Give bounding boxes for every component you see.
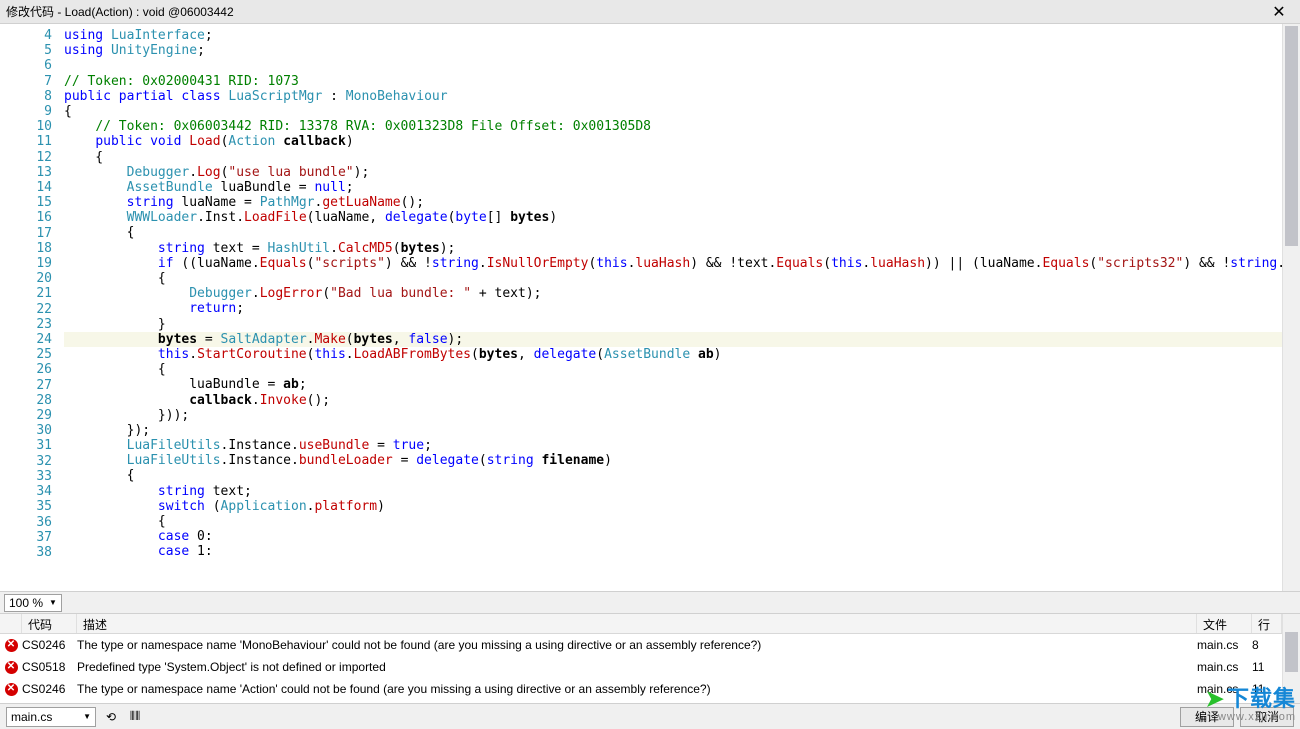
error-row[interactable]: ✕CS0246The type or namespace name 'MonoB… <box>0 634 1282 656</box>
col-line[interactable]: 行 <box>1252 614 1282 633</box>
error-list: 代码 描述 文件 行 ✕CS0246The type or namespace … <box>0 613 1300 703</box>
window-title: 修改代码 - Load(Action) : void @06003442 <box>6 3 1264 20</box>
code-editor[interactable]: 4567891011121314151617181920212223242526… <box>0 24 1300 591</box>
error-desc: Predefined type 'System.Object' is not d… <box>77 660 1197 674</box>
footer: main.cs ▼ ⟲ ⦀⦀ 编译 取消 <box>0 703 1300 729</box>
barcode-icon[interactable]: ⦀⦀ <box>126 709 144 724</box>
file-name: main.cs <box>11 710 52 724</box>
col-code[interactable]: 代码 <box>22 614 77 633</box>
error-line: 11 <box>1252 682 1282 696</box>
error-icon: ✕ <box>0 639 22 652</box>
titlebar: 修改代码 - Load(Action) : void @06003442 ✕ <box>0 0 1300 24</box>
compile-button[interactable]: 编译 <box>1180 707 1234 727</box>
error-line: 8 <box>1252 638 1282 652</box>
error-file: main.cs <box>1197 682 1252 696</box>
error-header: 代码 描述 文件 行 <box>0 614 1282 634</box>
col-desc[interactable]: 描述 <box>77 614 1197 633</box>
error-row[interactable]: ✕CS0246The type or namespace name 'Actio… <box>0 678 1282 700</box>
error-desc: The type or namespace name 'MonoBehaviou… <box>77 638 1197 652</box>
file-selector[interactable]: main.cs ▼ <box>6 707 96 727</box>
error-code: CS0518 <box>22 660 77 674</box>
col-file[interactable]: 文件 <box>1197 614 1252 633</box>
error-line: 11 <box>1252 660 1282 674</box>
scrollbar-thumb[interactable] <box>1285 632 1298 672</box>
refresh-icon[interactable]: ⟲ <box>102 710 120 724</box>
error-row[interactable]: ✕CS0518Predefined type 'System.Object' i… <box>0 656 1282 678</box>
line-gutter: 4567891011121314151617181920212223242526… <box>0 24 64 591</box>
error-file: main.cs <box>1197 660 1252 674</box>
zoom-bar: 100 % ▼ <box>0 591 1300 613</box>
error-icon: ✕ <box>0 661 22 674</box>
error-code: CS0246 <box>22 638 77 652</box>
zoom-selector[interactable]: 100 % ▼ <box>4 594 62 612</box>
chevron-down-icon: ▼ <box>83 712 91 721</box>
close-icon[interactable]: ✕ <box>1264 2 1294 22</box>
col-icon <box>0 614 22 633</box>
errorlist-scrollbar[interactable] <box>1282 614 1300 703</box>
cancel-button[interactable]: 取消 <box>1240 707 1294 727</box>
window: 修改代码 - Load(Action) : void @06003442 ✕ 4… <box>0 0 1300 729</box>
code-content[interactable]: using LuaInterface;using UnityEngine;// … <box>64 24 1282 591</box>
editor-scrollbar[interactable] <box>1282 24 1300 591</box>
error-icon: ✕ <box>0 683 22 696</box>
chevron-down-icon: ▼ <box>49 598 57 607</box>
zoom-value: 100 % <box>9 596 43 610</box>
error-code: CS0246 <box>22 682 77 696</box>
error-file: main.cs <box>1197 638 1252 652</box>
error-desc: The type or namespace name 'Action' coul… <box>77 682 1197 696</box>
scrollbar-thumb[interactable] <box>1285 26 1298 246</box>
